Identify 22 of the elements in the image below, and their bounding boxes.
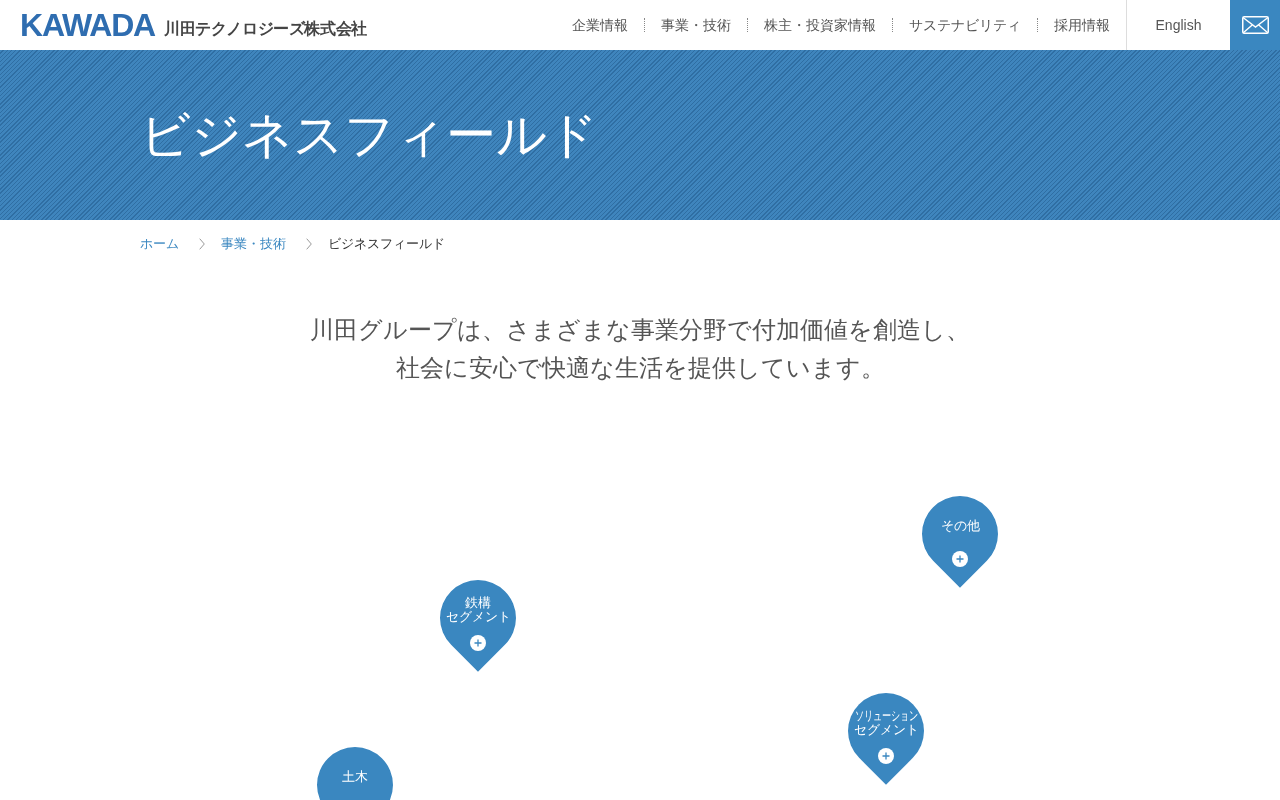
chevron-icon	[199, 238, 205, 250]
mail-icon	[1241, 16, 1269, 34]
plus-icon	[952, 551, 968, 567]
chevron-icon	[306, 238, 312, 250]
page-title: ビジネスフィールド	[140, 105, 599, 166]
map-pin[interactable]: その他	[922, 496, 998, 588]
mail-button[interactable]	[1230, 0, 1280, 50]
plus-icon	[878, 748, 894, 764]
nav-link[interactable]: 株主・投資家情報	[747, 18, 892, 32]
current-page-label: ビジネスフィールド	[328, 236, 445, 252]
plus-icon	[470, 635, 486, 651]
breadcrumb-link[interactable]: 事業・技術	[221, 236, 286, 252]
nav-link[interactable]: 事業・技術	[644, 18, 747, 32]
nav-link[interactable]: 企業情報	[556, 18, 644, 32]
breadcrumb-link[interactable]: ホーム	[140, 236, 179, 252]
logo-wordmark[interactable]: KAWADA	[20, 9, 156, 41]
map-pin[interactable]: 土木	[317, 747, 393, 800]
company-name: 川田テクノロジーズ株式会社	[164, 20, 367, 37]
nav-link[interactable]: サステナビリティ	[892, 18, 1037, 32]
map-pin[interactable]: ソリューション セグメント	[848, 693, 924, 785]
lead-text: 川田グループは、さまざまな事業分野で付加価値を創造し、社会に安心で快適な生活を提供しています。	[310, 315, 970, 384]
map-pin[interactable]: 鉄構 セグメント	[440, 580, 516, 672]
